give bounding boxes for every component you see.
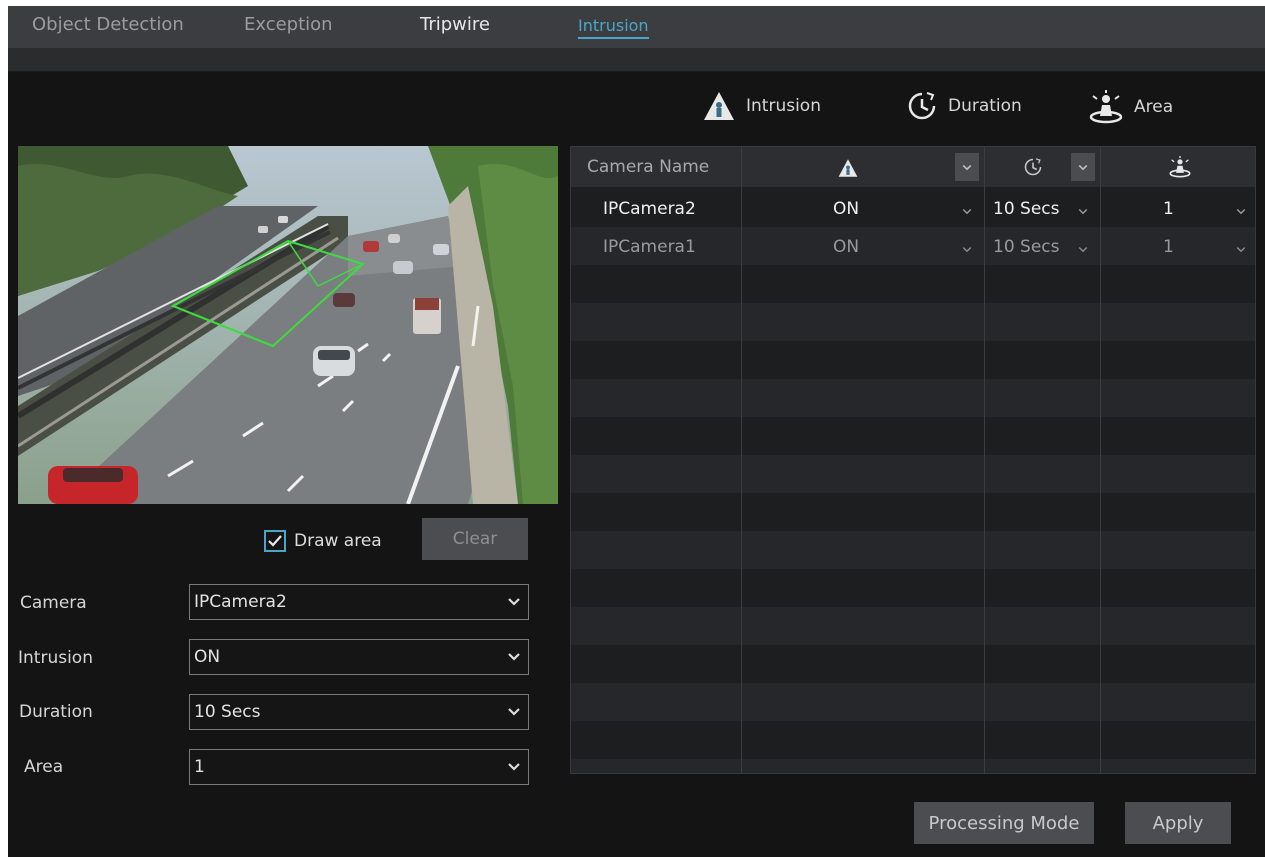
row-duration-value[interactable]: 10 Secs xyxy=(993,199,1060,219)
camera-preview[interactable] xyxy=(18,146,558,504)
legend-duration-label: Duration xyxy=(948,96,1022,116)
table-stripe xyxy=(571,607,1255,645)
intrusion-icon xyxy=(704,92,734,120)
table-stripe xyxy=(571,759,1255,773)
camera-select[interactable]: IPCamera2 xyxy=(189,584,529,620)
column-divider xyxy=(741,147,742,773)
legend-area-label: Area xyxy=(1134,97,1174,117)
chevron-down-icon xyxy=(962,164,972,171)
intrusion-column-dropdown[interactable] xyxy=(955,153,979,181)
table-stripe xyxy=(571,303,1255,341)
duration-column-dropdown[interactable] xyxy=(1071,153,1095,181)
table-stripe xyxy=(571,683,1255,721)
chevron-down-icon xyxy=(508,598,520,606)
row-camera-name: IPCamera1 xyxy=(603,237,696,257)
duration-select-value: 10 Secs xyxy=(194,702,261,722)
draw-area-checkbox[interactable] xyxy=(264,530,286,552)
area-select-value: 1 xyxy=(194,757,205,777)
legend-area: Area xyxy=(1088,90,1173,124)
camera-intrusion-table: Camera Name IPCamera2 ON 10 Secs 1 IPCam… xyxy=(570,146,1256,774)
intrusion-settings-window: Object Detection Exception Tripwire Intr… xyxy=(8,6,1265,857)
draw-area-toggle[interactable]: Draw area xyxy=(264,530,382,552)
table-stripe xyxy=(571,531,1255,569)
chevron-down-icon[interactable] xyxy=(1235,205,1247,217)
duration-label: Duration xyxy=(19,702,93,722)
legend-intrusion: Intrusion xyxy=(702,90,821,122)
area-icon xyxy=(1089,90,1123,124)
chevron-down-icon xyxy=(508,763,520,771)
intrusion-label: Intrusion xyxy=(18,648,93,668)
chevron-down-icon xyxy=(1078,164,1088,171)
camera-label: Camera xyxy=(20,593,87,613)
chevron-down-icon[interactable] xyxy=(1077,205,1089,217)
check-icon xyxy=(268,535,282,547)
camera-preview-image xyxy=(18,146,558,504)
intrusion-select-value: ON xyxy=(194,647,221,667)
chevron-down-icon xyxy=(508,653,520,661)
row-intrusion-value[interactable]: ON xyxy=(833,199,859,219)
chevron-down-icon[interactable] xyxy=(1077,243,1089,255)
clear-button[interactable]: Clear xyxy=(422,518,528,560)
column-header-camera-name: Camera Name xyxy=(587,157,710,177)
row-area-value[interactable]: 1 xyxy=(1163,199,1174,219)
area-label: Area xyxy=(24,757,64,777)
sub-bar xyxy=(8,48,1265,72)
duration-icon xyxy=(908,92,936,120)
intrusion-icon xyxy=(838,159,858,177)
tab-bar: Object Detection Exception Tripwire Intr… xyxy=(8,6,1265,48)
duration-icon xyxy=(1024,158,1042,176)
column-divider xyxy=(984,147,985,773)
draw-area-label: Draw area xyxy=(294,531,382,551)
tab-object-detection[interactable]: Object Detection xyxy=(32,14,184,35)
duration-select[interactable]: 10 Secs xyxy=(189,694,529,730)
camera-select-value: IPCamera2 xyxy=(194,592,287,612)
row-intrusion-value[interactable]: ON xyxy=(833,237,859,257)
apply-button[interactable]: Apply xyxy=(1125,802,1231,844)
row-camera-name: IPCamera2 xyxy=(603,199,696,219)
legend-intrusion-label: Intrusion xyxy=(746,96,821,116)
chevron-down-icon[interactable] xyxy=(961,205,973,217)
area-select[interactable]: 1 xyxy=(189,749,529,785)
table-stripe xyxy=(571,455,1255,493)
processing-mode-button[interactable]: Processing Mode xyxy=(914,802,1094,844)
intrusion-select[interactable]: ON xyxy=(189,639,529,675)
row-area-value[interactable]: 1 xyxy=(1163,237,1174,257)
row-duration-value[interactable]: 10 Secs xyxy=(993,237,1060,257)
area-icon xyxy=(1169,156,1191,178)
chevron-down-icon[interactable] xyxy=(961,243,973,255)
chevron-down-icon[interactable] xyxy=(1235,243,1247,255)
chevron-down-icon xyxy=(508,708,520,716)
table-stripe xyxy=(571,379,1255,417)
legend-duration: Duration xyxy=(906,90,1022,122)
column-divider xyxy=(1100,147,1101,773)
tab-exception[interactable]: Exception xyxy=(244,14,333,35)
tab-tripwire[interactable]: Tripwire xyxy=(420,14,490,35)
tab-intrusion[interactable]: Intrusion xyxy=(578,16,649,39)
